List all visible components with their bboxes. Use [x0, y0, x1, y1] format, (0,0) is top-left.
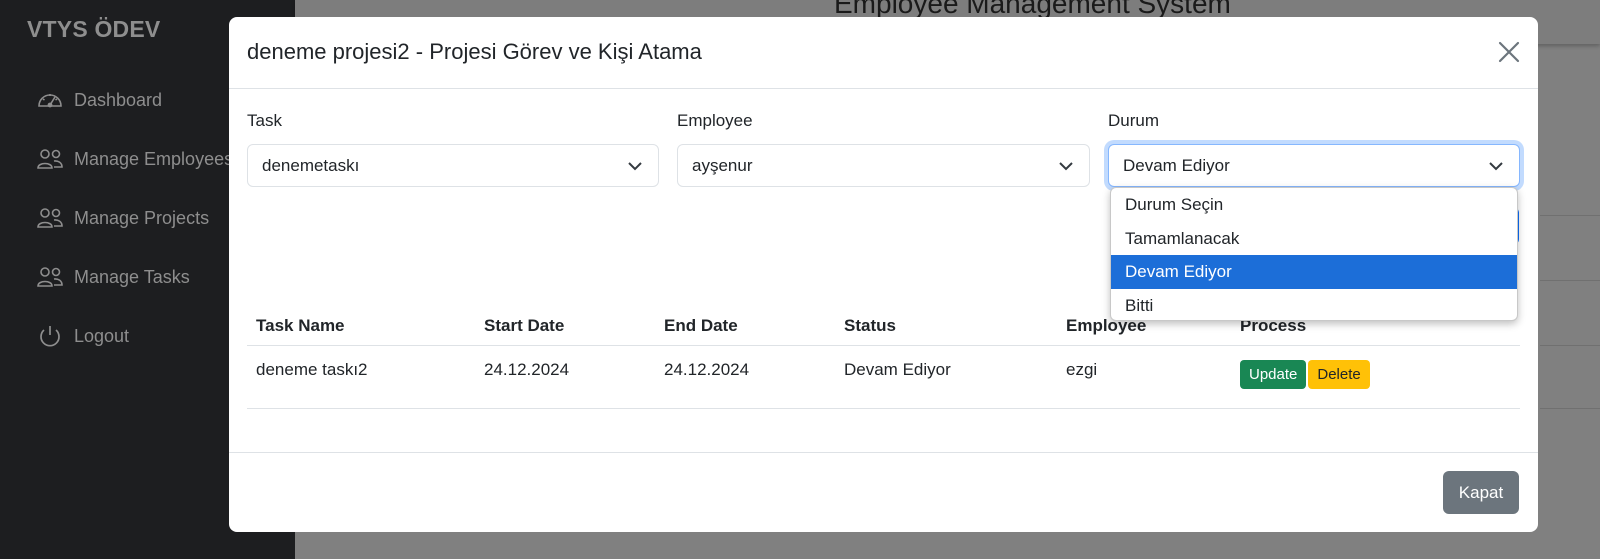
sidebar-item-label: Logout [74, 325, 130, 346]
column-header: Status [835, 307, 1057, 346]
people-icon [37, 267, 63, 287]
status-label: Durum [1108, 111, 1160, 130]
chevron-down-icon [628, 162, 642, 171]
column-header: Start Date [475, 307, 655, 346]
modal-footer-divider [229, 452, 1538, 453]
close-icon[interactable] [1496, 39, 1522, 65]
sidebar-item-logout[interactable]: Logout [36, 321, 129, 351]
status-select[interactable]: Devam Ediyor [1108, 144, 1520, 187]
assign-task-modal: deneme projesi2 - Projesi Görev ve Kişi … [229, 17, 1538, 532]
close-button[interactable]: Kapat [1443, 471, 1519, 514]
column-header: End Date [655, 307, 835, 346]
status-select-value: Devam Ediyor [1123, 155, 1230, 175]
divider [1540, 408, 1600, 409]
people-icon [37, 208, 63, 228]
start-date-cell: 24.12.2024 [475, 345, 655, 409]
task-label: Task [247, 111, 282, 130]
chevron-down-icon [1489, 162, 1503, 171]
divider [1540, 345, 1600, 346]
modal-title: deneme projesi2 - Projesi Görev ve Kişi … [247, 39, 702, 64]
dropdown-option[interactable]: Tamamlanacak [1111, 222, 1517, 256]
task-name-cell: deneme taskı2 [247, 345, 475, 409]
task-select[interactable]: denemetaskı [247, 144, 659, 187]
sidebar-item-label: Manage Tasks [74, 266, 190, 287]
speedometer-icon [38, 94, 62, 108]
dropdown-option[interactable]: Durum Seçin [1111, 188, 1517, 222]
dropdown-option[interactable]: Bitti [1111, 289, 1517, 321]
modal-header: deneme projesi2 - Projesi Görev ve Kişi … [229, 17, 1538, 89]
process-cell: Update Delete [1231, 345, 1520, 409]
chevron-down-icon [1059, 162, 1073, 171]
employee-label: Employee [677, 111, 753, 130]
sidebar-item-label: Dashboard [74, 89, 163, 110]
status-dropdown-list: Durum Seçin Tamamlanacak Devam Ediyor Bi… [1110, 187, 1518, 321]
sidebar-item-label: Manage Employees [74, 148, 234, 169]
sidebar-item-label: Manage Projects [74, 207, 210, 228]
people-icon [37, 149, 63, 169]
sidebar-item-manage-tasks[interactable]: Manage Tasks [36, 262, 190, 292]
end-date-cell: 24.12.2024 [655, 345, 835, 409]
delete-button[interactable]: Delete [1308, 359, 1370, 389]
sidebar-item-dashboard[interactable]: Dashboard [36, 85, 162, 115]
update-button[interactable]: Update [1240, 359, 1307, 389]
employee-select-value: ayşenur [692, 155, 753, 175]
divider [1540, 215, 1600, 216]
power-icon [40, 326, 60, 347]
sidebar-item-manage-projects[interactable]: Manage Projects [36, 203, 209, 233]
dropdown-option-selected[interactable]: Devam Ediyor [1111, 255, 1517, 289]
divider [1540, 280, 1600, 281]
task-select-value: denemetaskı [262, 155, 360, 175]
brand-title: VTYS ÖDEV [27, 16, 161, 42]
column-header: Task Name [247, 307, 475, 346]
employee-cell: ezgi [1057, 345, 1231, 409]
tasks-table: Task Name Start Date End Date Status Emp… [247, 307, 1520, 409]
employee-select[interactable]: ayşenur [677, 144, 1090, 187]
sidebar-item-manage-employees[interactable]: Manage Employees [36, 144, 233, 174]
status-cell: Devam Ediyor [835, 345, 1057, 409]
table-row: deneme taskı2 24.12.2024 24.12.2024 Deva… [247, 345, 1520, 409]
